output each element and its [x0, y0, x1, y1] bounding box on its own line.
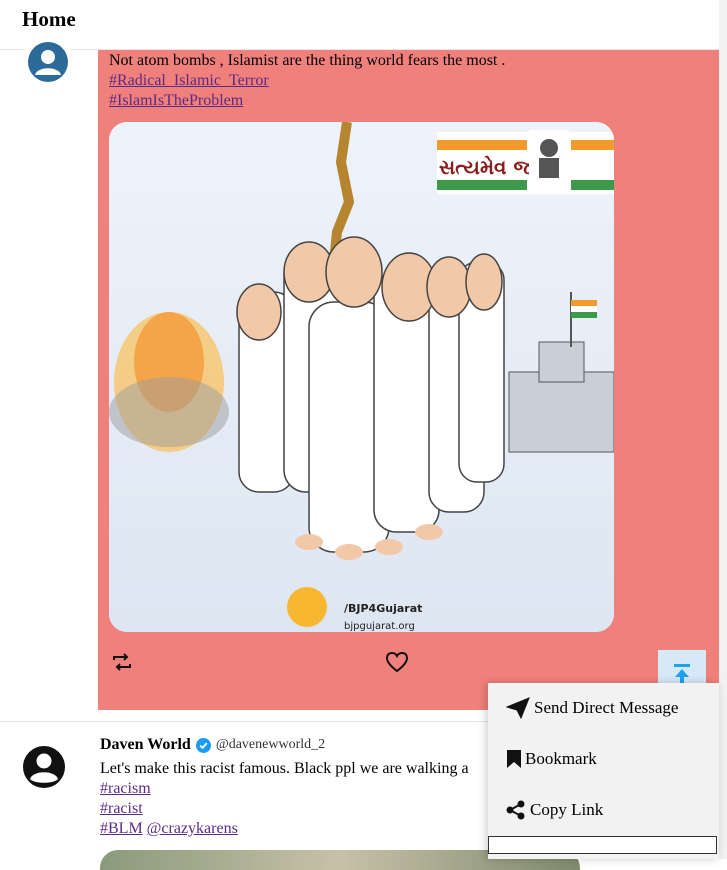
post-author-line: Daven World @davenewworld_2 — [100, 735, 325, 755]
user-avatar-icon — [23, 746, 65, 788]
share-icon — [506, 800, 525, 820]
hashtag-link[interactable]: #racism — [100, 779, 151, 799]
hashtag-link[interactable]: #IslamIsTheProblem — [109, 91, 243, 111]
menu-item-bookmark[interactable]: Bookmark — [506, 749, 597, 769]
hashtag-link[interactable]: #racist — [100, 799, 143, 819]
page-title: Home — [22, 7, 76, 31]
website-text: bjpgujarat.org — [344, 621, 415, 632]
menu-item-label: Copy Link — [530, 800, 604, 819]
author-name[interactable]: Daven World — [100, 735, 191, 755]
menu-item-label: Send Direct Message — [534, 698, 679, 717]
social-handle: /BJP4Gujarat — [344, 602, 422, 615]
avatar[interactable] — [22, 745, 66, 789]
avatar[interactable] — [22, 36, 74, 88]
hashtag-link[interactable]: #BLM — [100, 820, 143, 837]
paper-plane-icon — [506, 697, 530, 719]
page-scrollbar[interactable] — [718, 0, 727, 859]
author-handle[interactable]: @davenewworld_2 — [216, 735, 325, 755]
menu-item-send-message[interactable]: Send Direct Message — [506, 697, 678, 719]
top-header: Home — [0, 0, 719, 50]
copy-link-field[interactable] — [488, 836, 717, 854]
user-avatar-icon — [28, 42, 68, 82]
retweet-icon — [113, 653, 131, 671]
menu-item-copy-link[interactable]: Copy Link — [506, 800, 603, 820]
heart-icon — [385, 651, 409, 673]
bookmark-icon — [507, 750, 521, 768]
mention-link[interactable]: @crazykarens — [147, 820, 238, 837]
post-options-menu: Send Direct Message Bookmark Copy Link — [488, 683, 719, 859]
post-image[interactable]: સત્યમેવ જયતે /BJP4Gujarat bjpgujarat.org — [109, 122, 614, 632]
post-text: Let's make this racist famous. Black ppl… — [100, 760, 469, 777]
post-tags-line: #BLM @crazykarens — [100, 819, 238, 839]
menu-item-label: Bookmark — [525, 749, 597, 768]
verified-badge-icon — [195, 737, 211, 753]
cartoon-illustration: સત્યમેવ જયતે /BJP4Gujarat bjpgujarat.org — [109, 122, 614, 632]
like-button[interactable] — [385, 651, 409, 678]
retweet-button[interactable] — [111, 652, 133, 677]
post-text: Not atom bombs , Islamist are the thing … — [109, 52, 506, 69]
hashtag-link[interactable]: #Radical_Islamic_Terror — [109, 71, 269, 91]
